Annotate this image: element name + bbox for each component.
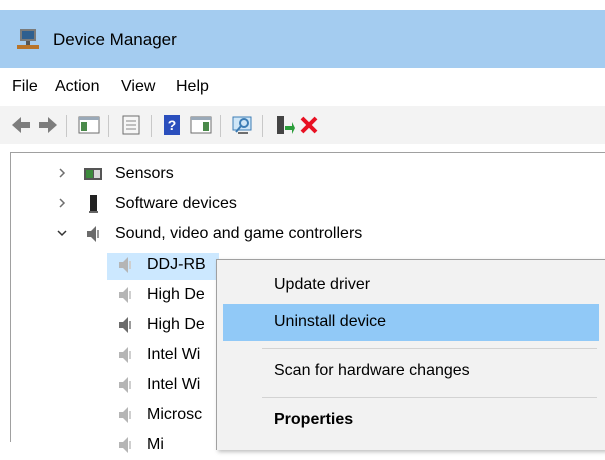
- help-icon[interactable]: ?: [162, 114, 184, 136]
- tree-item-ddj-rb[interactable]: DDJ-RB: [11, 250, 211, 280]
- toolbar-separator: [108, 115, 109, 137]
- properties-icon[interactable]: [120, 114, 142, 136]
- menu-view[interactable]: View: [121, 78, 155, 96]
- toolbar-separator: [220, 115, 221, 137]
- speaker-icon: [119, 377, 131, 393]
- enable-device-icon[interactable]: [273, 114, 295, 136]
- tree-item-software-devices[interactable]: Software devices: [11, 189, 411, 219]
- context-menu-separator: [262, 348, 597, 349]
- toolbar: ?: [0, 106, 605, 144]
- forward-arrow-icon[interactable]: [37, 114, 59, 136]
- tree-item-label: Sensors: [115, 165, 174, 182]
- device-manager-icon: [17, 29, 39, 49]
- speaker-icon: [119, 437, 131, 453]
- context-item-scan-hardware[interactable]: Scan for hardware changes: [217, 353, 605, 390]
- context-item-update-driver[interactable]: Update driver: [217, 267, 605, 304]
- speaker-icon: [119, 347, 131, 363]
- context-menu-separator: [262, 397, 597, 398]
- back-arrow-icon[interactable]: [10, 114, 32, 136]
- tree-item-label: High De: [147, 286, 205, 303]
- tree-item-label: Intel Wi: [147, 376, 201, 393]
- tree-item-intel-wi-1[interactable]: Intel Wi: [11, 340, 211, 370]
- tree-item-label: High De: [147, 316, 205, 333]
- tree-item-high-definition-audio-2[interactable]: High De: [11, 310, 211, 340]
- menu-bar: File Action View Help: [0, 68, 605, 106]
- tree-item-label: DDJ-RB: [147, 256, 206, 273]
- context-menu: Update driver Uninstall device Scan for …: [216, 259, 605, 450]
- speaker-icon: [119, 257, 131, 273]
- tree-item-label: Mi: [147, 436, 164, 453]
- menu-file[interactable]: File: [12, 78, 38, 96]
- toolbar-separator: [151, 115, 152, 137]
- tree-item-microsoft[interactable]: Microsc: [11, 400, 211, 430]
- tree-item-sensors[interactable]: Sensors: [11, 159, 411, 189]
- chevron-right-icon[interactable]: [56, 167, 68, 179]
- speaker-icon: [87, 226, 99, 242]
- context-item-properties[interactable]: Properties: [217, 402, 605, 439]
- window-title: Device Manager: [53, 30, 177, 49]
- svg-text:?: ?: [168, 117, 177, 133]
- tree-item-label: Sound, video and game controllers: [115, 225, 363, 242]
- tree-item-high-definition-audio-1[interactable]: High De: [11, 280, 211, 310]
- action-pane-icon[interactable]: [190, 114, 212, 136]
- chevron-right-icon[interactable]: [56, 197, 68, 209]
- tree-item-label: Intel Wi: [147, 346, 201, 363]
- context-item-uninstall-device[interactable]: Uninstall device: [223, 304, 599, 341]
- speaker-icon: [119, 317, 131, 333]
- speaker-icon: [119, 287, 131, 303]
- tree-item-mi[interactable]: Mi: [11, 430, 211, 460]
- sensor-icon: [84, 168, 102, 180]
- menu-help[interactable]: Help: [176, 78, 209, 96]
- title-bar: Device Manager: [0, 10, 605, 68]
- scan-hardware-icon[interactable]: [232, 114, 254, 136]
- tree-item-intel-wi-2[interactable]: Intel Wi: [11, 370, 211, 400]
- tree-item-sound-video-game-controllers[interactable]: Sound, video and game controllers: [11, 219, 461, 249]
- toolbar-separator: [262, 115, 263, 137]
- tree-item-label: Software devices: [115, 195, 237, 212]
- show-hide-console-tree-icon[interactable]: [78, 114, 100, 136]
- tree-item-label: Microsc: [147, 406, 203, 423]
- chevron-down-icon[interactable]: [56, 227, 68, 239]
- toolbar-separator: [66, 115, 67, 137]
- speaker-icon: [119, 407, 131, 423]
- menu-action[interactable]: Action: [55, 78, 99, 96]
- software-device-icon: [89, 195, 98, 213]
- uninstall-x-icon[interactable]: [298, 114, 320, 136]
